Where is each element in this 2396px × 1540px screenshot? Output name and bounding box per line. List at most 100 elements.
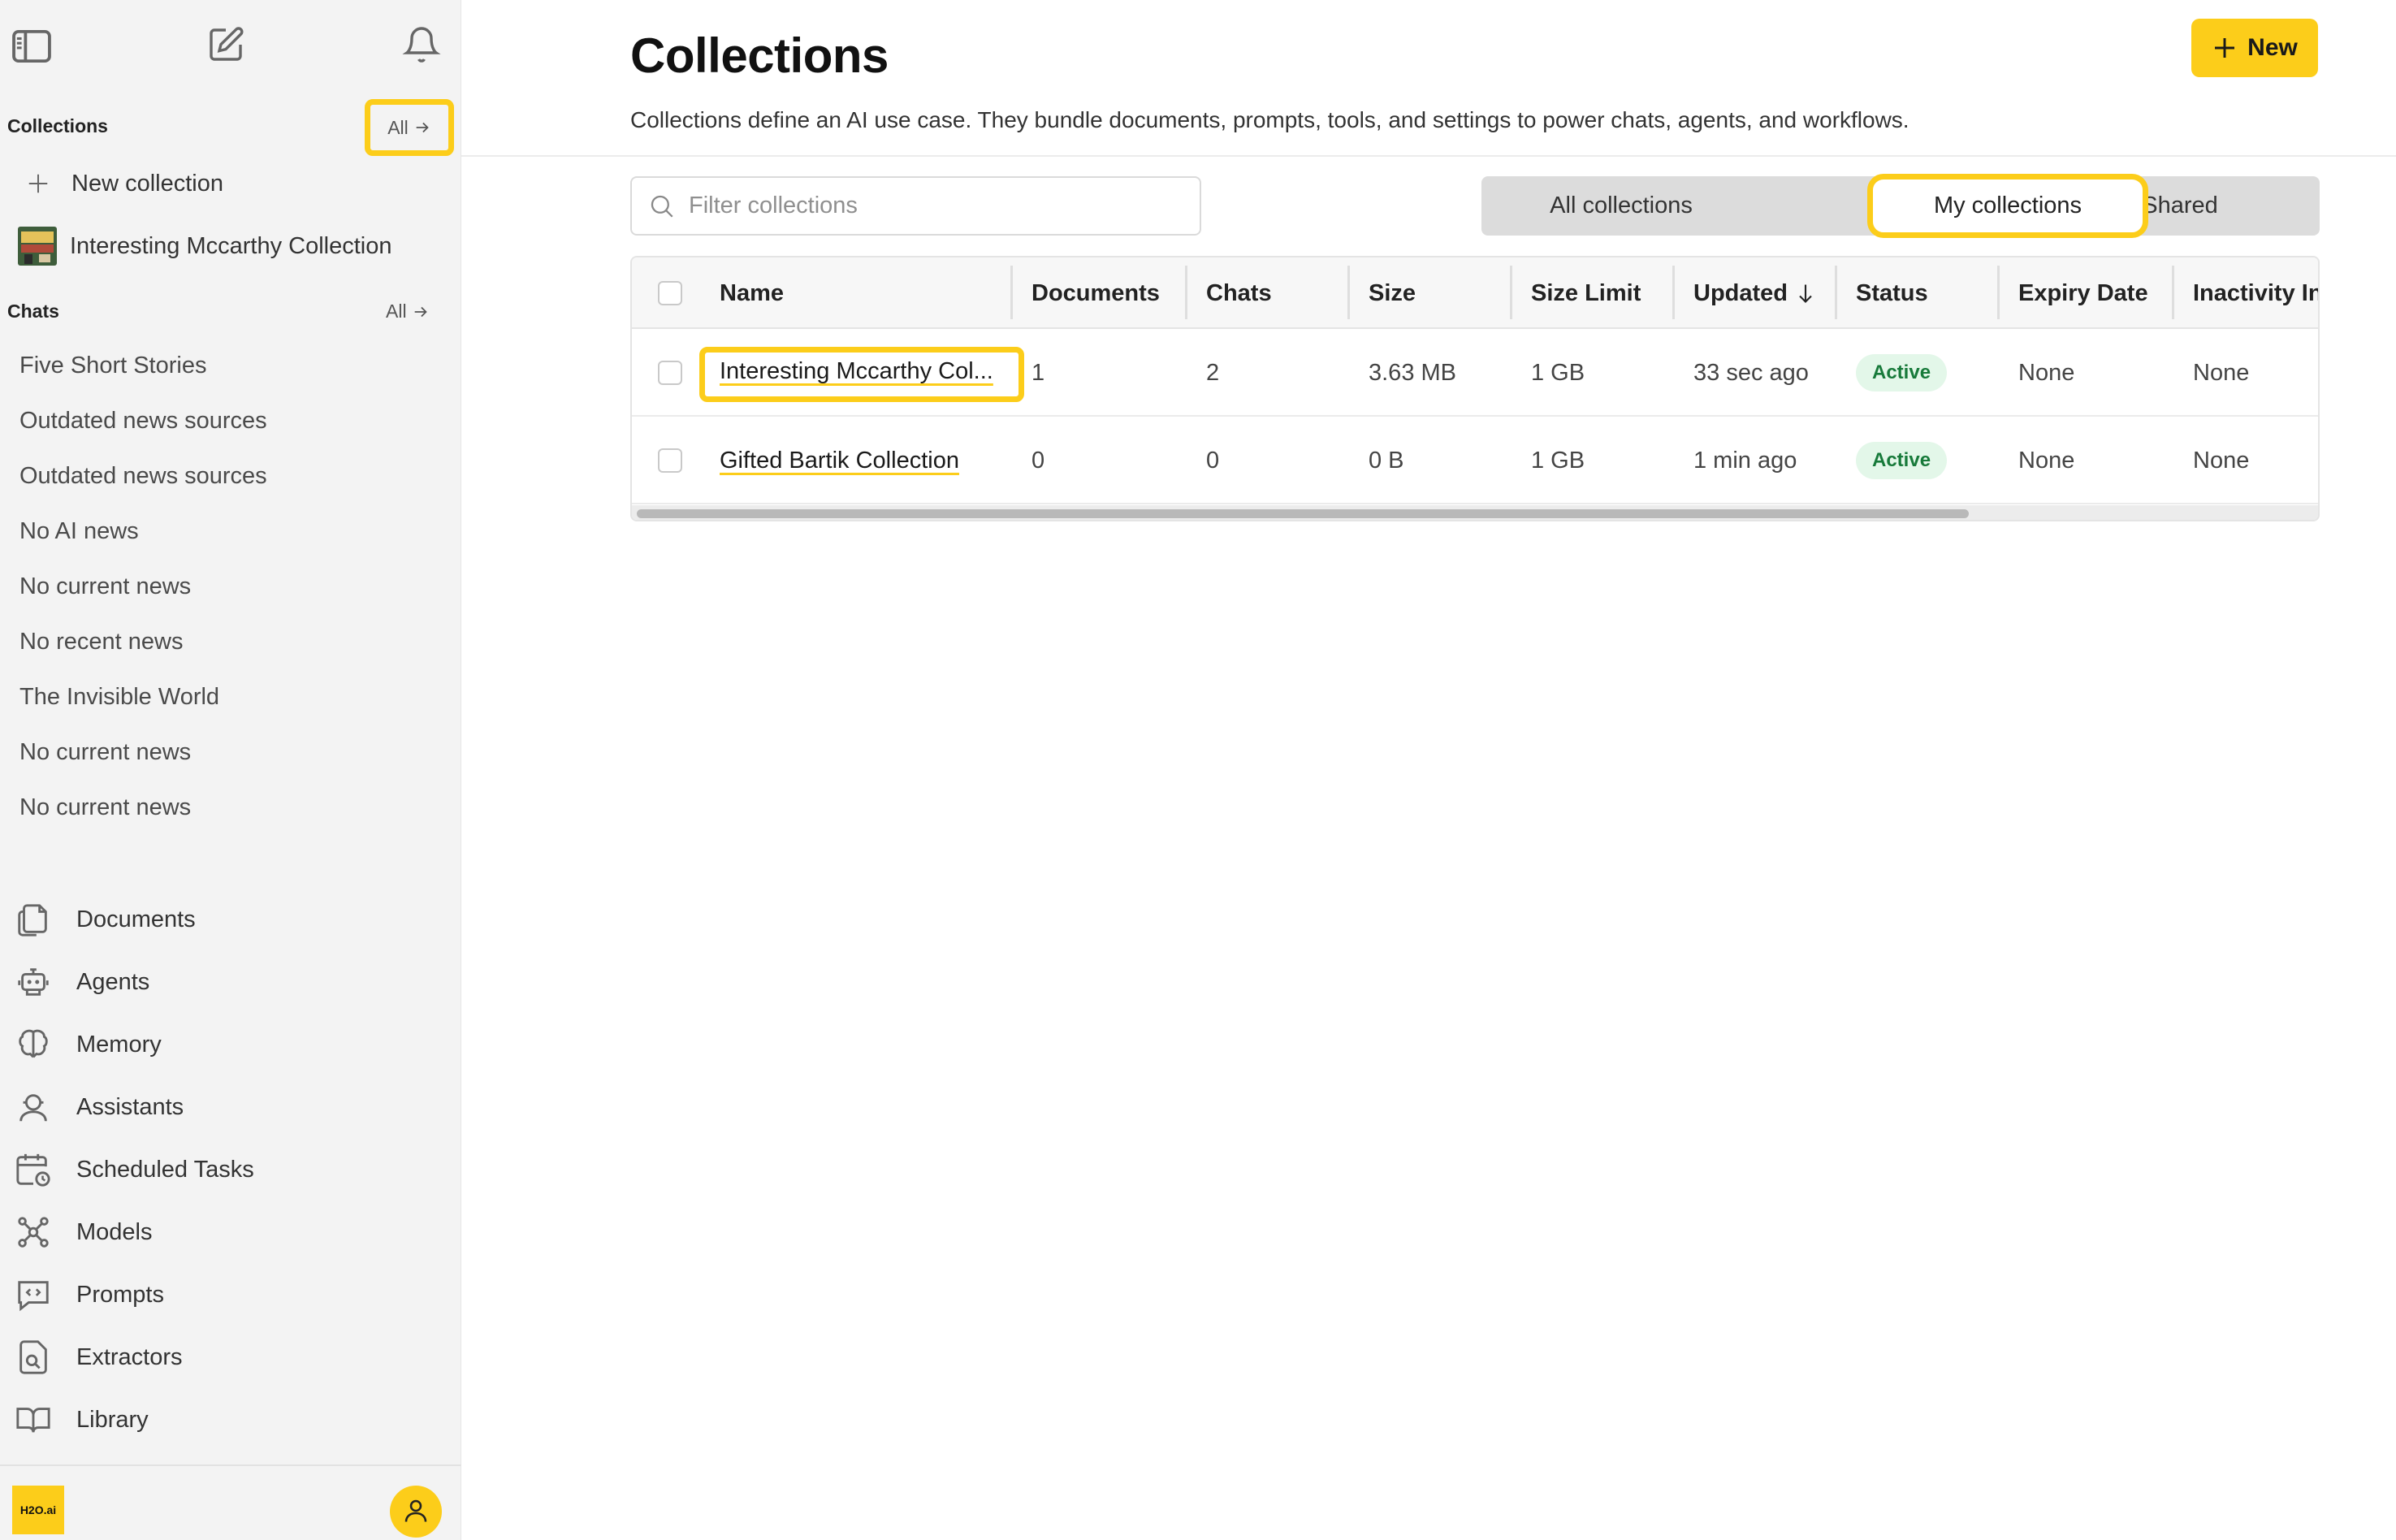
calendar-clock-icon xyxy=(15,1151,52,1188)
column-divider[interactable] xyxy=(1997,266,2000,319)
select-all-checkbox[interactable] xyxy=(658,281,682,305)
column-header-expiry-date[interactable]: Expiry Date xyxy=(2018,257,2148,329)
cell-expiry-date: None xyxy=(2018,360,2075,386)
column-divider[interactable] xyxy=(2172,266,2174,319)
sort-desc-icon xyxy=(1794,281,1817,305)
documents-icon xyxy=(15,901,52,938)
filter-collections-input[interactable] xyxy=(689,192,1176,219)
nav-label: Library xyxy=(76,1406,149,1433)
column-divider[interactable] xyxy=(1672,266,1675,319)
tab-my-collections[interactable]: My collections xyxy=(1867,174,2148,238)
chat-item[interactable]: No current news xyxy=(19,794,191,821)
models-icon xyxy=(15,1213,52,1251)
collection-name-link[interactable]: Interesting Mccarthy Col... xyxy=(720,327,993,415)
chat-item[interactable]: Outdated news sources xyxy=(19,463,267,490)
nav-label: Memory xyxy=(76,1031,162,1058)
nav-label: Scheduled Tasks xyxy=(76,1156,254,1183)
header-divider xyxy=(461,155,2396,157)
logo-text: H2O.ai xyxy=(19,1503,57,1516)
book-icon xyxy=(15,1401,52,1438)
column-divider[interactable] xyxy=(1835,266,1837,319)
new-button-label: New xyxy=(2247,34,2298,61)
cell-size: 3.63 MB xyxy=(1369,360,1456,386)
row-checkbox[interactable] xyxy=(658,361,682,385)
chat-item[interactable]: Outdated news sources xyxy=(19,408,267,435)
cell-documents: 0 xyxy=(1031,448,1045,474)
nav-item-memory[interactable]: Memory xyxy=(15,1023,162,1066)
cell-size-limit: 1 GB xyxy=(1531,448,1585,474)
collections-all-link[interactable]: All xyxy=(365,99,454,156)
chat-item[interactable]: The Invisible World xyxy=(19,684,219,711)
filter-box xyxy=(630,176,1201,236)
nav-item-agents[interactable]: Agents xyxy=(15,960,149,1004)
chat-item[interactable]: Five Short Stories xyxy=(19,353,206,379)
nav-item-documents[interactable]: Documents xyxy=(15,898,196,941)
cell-size-limit: 1 GB xyxy=(1531,360,1585,386)
nav-item-scheduled-tasks[interactable]: Scheduled Tasks xyxy=(15,1148,254,1192)
cell-documents: 1 xyxy=(1031,360,1045,386)
column-header-size-limit[interactable]: Size Limit xyxy=(1531,257,1641,329)
collections-table: Name Documents Chats Size Size Limit Upd… xyxy=(630,256,2320,521)
user-avatar-button[interactable] xyxy=(390,1486,442,1538)
nav-item-models[interactable]: Models xyxy=(15,1210,153,1254)
bell-icon[interactable] xyxy=(402,25,441,64)
page-title: Collections xyxy=(630,28,889,83)
nav-item-library[interactable]: Library xyxy=(15,1398,149,1442)
nav-item-prompts[interactable]: Prompts xyxy=(15,1273,164,1317)
plus-icon xyxy=(2212,35,2238,61)
nav-label: Models xyxy=(76,1218,153,1245)
chats-all-link[interactable]: All xyxy=(386,301,430,322)
column-header-chats[interactable]: Chats xyxy=(1206,257,1272,329)
column-divider[interactable] xyxy=(1010,266,1013,319)
new-button[interactable]: New xyxy=(2191,19,2318,77)
column-divider[interactable] xyxy=(1185,266,1187,319)
new-collection-button[interactable]: New collection xyxy=(26,167,223,200)
collections-all-label: All xyxy=(387,116,409,138)
nav-label: Extractors xyxy=(76,1343,183,1370)
chat-item[interactable]: No current news xyxy=(19,573,191,600)
column-header-status[interactable]: Status xyxy=(1856,257,1928,329)
arrow-right-icon xyxy=(412,303,430,321)
collection-thumbnail xyxy=(18,227,57,266)
h2o-logo: H2O.ai xyxy=(12,1486,64,1534)
status-badge: Active xyxy=(1856,354,1948,391)
table-header: Name Documents Chats Size Size Limit Upd… xyxy=(632,257,2318,329)
chat-item[interactable]: No current news xyxy=(19,739,191,766)
column-header-updated[interactable]: Updated xyxy=(1693,257,1817,329)
nav-label: Agents xyxy=(76,968,150,995)
nav-label: Documents xyxy=(76,906,196,932)
column-header-size[interactable]: Size xyxy=(1369,257,1416,329)
chat-item[interactable]: No recent news xyxy=(19,629,184,655)
column-divider[interactable] xyxy=(1510,266,1512,319)
main-content: Collections Collections define an AI use… xyxy=(461,0,2396,1540)
table-row[interactable]: Interesting Mccarthy Col... 1 2 3.63 MB … xyxy=(632,327,2318,417)
prompt-code-icon xyxy=(15,1276,52,1313)
table-row[interactable]: Gifted Bartik Collection 0 0 0 B 1 GB 1 … xyxy=(632,417,2318,504)
column-header-documents[interactable]: Documents xyxy=(1031,257,1160,329)
sidebar: Collections All New collection Interesti… xyxy=(0,0,461,1540)
chat-item[interactable]: No AI news xyxy=(19,518,139,545)
column-header-inactivity[interactable]: Inactivity In xyxy=(2193,257,2318,329)
cell-updated: 1 min ago xyxy=(1693,448,1797,474)
sidebar-bottom-divider xyxy=(0,1464,461,1466)
cell-inactivity: None xyxy=(2193,360,2250,386)
edit-icon[interactable] xyxy=(206,25,245,64)
nav-item-assistants[interactable]: Assistants xyxy=(15,1085,184,1129)
sidebar-collection-item[interactable]: Interesting Mccarthy Collection xyxy=(18,226,392,266)
sidebar-toggle-icon[interactable] xyxy=(11,29,52,63)
search-icon xyxy=(648,192,676,220)
new-collection-label: New collection xyxy=(71,170,223,197)
horizontal-scrollbar-thumb[interactable] xyxy=(637,509,1969,518)
nav-label: Assistants xyxy=(76,1093,184,1120)
brain-icon xyxy=(15,1026,52,1063)
plus-icon xyxy=(26,171,50,196)
cell-size: 0 B xyxy=(1369,448,1404,474)
user-icon xyxy=(401,1496,430,1525)
cell-chats: 0 xyxy=(1206,448,1220,474)
column-header-name[interactable]: Name xyxy=(720,257,784,329)
column-divider[interactable] xyxy=(1347,266,1350,319)
nav-item-extractors[interactable]: Extractors xyxy=(15,1335,183,1379)
collection-name-link[interactable]: Gifted Bartik Collection xyxy=(720,417,959,504)
tab-all-collections[interactable]: All collections xyxy=(1481,176,1761,236)
row-checkbox[interactable] xyxy=(658,448,682,473)
